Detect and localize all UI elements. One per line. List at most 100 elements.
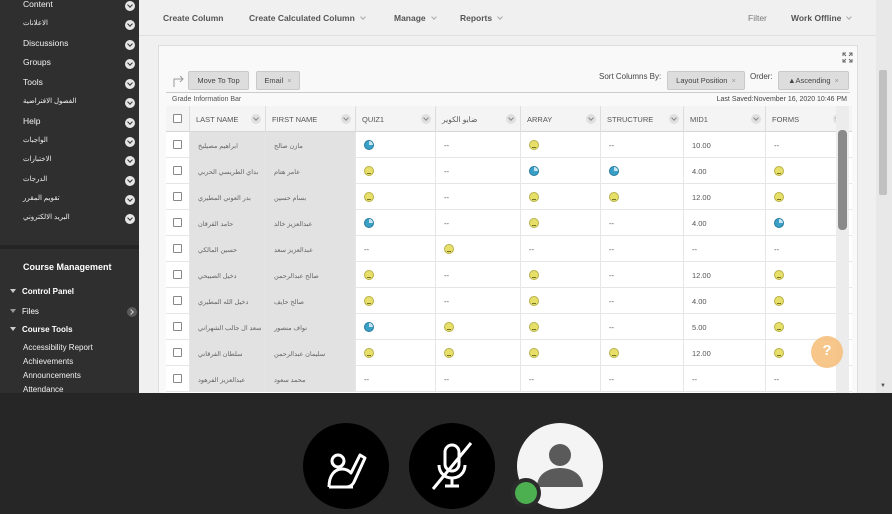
name-cell[interactable]: حامد القرقان bbox=[190, 210, 266, 236]
grid-scrollbar-thumb[interactable] bbox=[838, 130, 847, 230]
name-cell[interactable]: صالح عبدالرحمن bbox=[266, 262, 356, 288]
name-cell[interactable]: بدر العوني المطيري bbox=[190, 184, 266, 210]
name-cell[interactable]: سعد ال جالب الشهراني bbox=[190, 314, 266, 340]
name-cell[interactable]: بسام حسين bbox=[266, 184, 356, 210]
chevron-down-icon[interactable] bbox=[125, 118, 135, 128]
sidebar-item-content[interactable]: Content bbox=[0, 0, 139, 16]
name-cell[interactable]: سليمان عبدالرحمن bbox=[266, 340, 356, 366]
grade-cell[interactable]: -- bbox=[436, 366, 521, 392]
chevron-down-icon[interactable] bbox=[125, 156, 135, 166]
grade-cell[interactable]: -- bbox=[601, 132, 684, 158]
tool-link-accessibility-report[interactable]: Accessibility Report bbox=[23, 343, 93, 352]
sidebar-item-email[interactable]: البريد الالكتروني bbox=[0, 210, 139, 229]
grade-cell[interactable] bbox=[356, 340, 436, 366]
grade-cell[interactable] bbox=[436, 340, 521, 366]
name-cell[interactable]: مازن صالح bbox=[266, 132, 356, 158]
column-menu-chevron-icon[interactable] bbox=[506, 114, 516, 124]
column-menu-chevron-icon[interactable] bbox=[251, 114, 261, 124]
grade-cell[interactable] bbox=[521, 184, 601, 210]
row-checkbox[interactable] bbox=[173, 374, 182, 383]
grade-cell[interactable] bbox=[356, 314, 436, 340]
grade-cell[interactable] bbox=[521, 132, 601, 158]
name-cell[interactable]: عبدالعزيز الفرهود bbox=[190, 366, 266, 392]
grade-cell[interactable] bbox=[356, 262, 436, 288]
chevron-down-icon[interactable] bbox=[125, 79, 135, 89]
files-toggle[interactable]: Files bbox=[10, 307, 39, 316]
name-cell[interactable]: عبدالعزيز سعد bbox=[266, 236, 356, 262]
sidebar-item-announcements-ar[interactable]: الاعلانات bbox=[0, 16, 139, 35]
grade-cell[interactable]: 4.00 bbox=[684, 288, 766, 314]
needs-grading-icon[interactable] bbox=[609, 192, 619, 202]
raise-hand-button[interactable] bbox=[303, 423, 389, 509]
tool-link-announcements[interactable]: Announcements bbox=[23, 371, 81, 380]
grade-cell[interactable] bbox=[356, 158, 436, 184]
grade-cell[interactable]: -- bbox=[601, 288, 684, 314]
chevron-down-icon[interactable] bbox=[125, 59, 135, 69]
in-progress-icon[interactable] bbox=[364, 218, 374, 228]
grade-cell[interactable]: 4.00 bbox=[684, 158, 766, 184]
column-menu-chevron-icon[interactable] bbox=[586, 114, 596, 124]
grade-cell[interactable]: -- bbox=[356, 236, 436, 262]
create-column-button[interactable]: Create Column bbox=[163, 13, 223, 23]
needs-grading-icon[interactable] bbox=[444, 244, 454, 254]
needs-grading-icon[interactable] bbox=[444, 348, 454, 358]
work-offline-menu[interactable]: Work Offline bbox=[791, 13, 853, 23]
sidebar-item-course-calendar[interactable]: تقويم المقرر bbox=[0, 191, 139, 210]
in-progress-icon[interactable] bbox=[609, 166, 619, 176]
row-checkbox[interactable] bbox=[173, 166, 182, 175]
tool-link-achievements[interactable]: Achievements bbox=[23, 357, 73, 366]
grade-cell[interactable] bbox=[521, 288, 601, 314]
chevron-right-icon[interactable] bbox=[127, 307, 137, 317]
needs-grading-icon[interactable] bbox=[364, 348, 374, 358]
grade-cell[interactable]: -- bbox=[601, 236, 684, 262]
help-button[interactable]: ? bbox=[811, 336, 843, 368]
needs-grading-icon[interactable] bbox=[529, 218, 539, 228]
needs-grading-icon[interactable] bbox=[774, 192, 784, 202]
chevron-down-icon[interactable] bbox=[125, 40, 135, 50]
needs-grading-icon[interactable] bbox=[529, 192, 539, 202]
grade-cell[interactable] bbox=[521, 314, 601, 340]
grade-cell[interactable]: -- bbox=[601, 210, 684, 236]
grade-cell[interactable]: -- bbox=[601, 366, 684, 392]
name-cell[interactable]: حسين المالكي bbox=[190, 236, 266, 262]
page-scrollbar-thumb[interactable] bbox=[879, 70, 887, 195]
course-tools-toggle[interactable]: Course Tools bbox=[10, 325, 73, 334]
in-progress-icon[interactable] bbox=[364, 322, 374, 332]
grade-cell[interactable]: -- bbox=[601, 314, 684, 340]
grade-cell[interactable]: -- bbox=[436, 158, 521, 184]
name-cell[interactable]: دخيل الله المطيري bbox=[190, 288, 266, 314]
reports-menu[interactable]: Reports bbox=[460, 13, 503, 23]
column-menu-chevron-icon[interactable] bbox=[751, 114, 761, 124]
needs-grading-icon[interactable] bbox=[774, 270, 784, 280]
grade-cell[interactable]: 12.00 bbox=[684, 262, 766, 288]
page-scrollbar[interactable] bbox=[876, 0, 892, 393]
email-button[interactable]: Email × bbox=[256, 71, 300, 90]
row-checkbox[interactable] bbox=[173, 192, 182, 201]
in-progress-icon[interactable] bbox=[774, 218, 784, 228]
grade-cell[interactable] bbox=[521, 340, 601, 366]
create-calculated-column-menu[interactable]: Create Calculated Column bbox=[249, 13, 366, 23]
needs-grading-icon[interactable] bbox=[774, 296, 784, 306]
needs-grading-icon[interactable] bbox=[529, 140, 539, 150]
row-checkbox[interactable] bbox=[173, 270, 182, 279]
row-checkbox[interactable] bbox=[173, 322, 182, 331]
name-cell[interactable]: بداي الطريسي الحربي bbox=[190, 158, 266, 184]
needs-grading-icon[interactable] bbox=[609, 348, 619, 358]
chevron-down-icon[interactable] bbox=[125, 1, 135, 11]
needs-grading-icon[interactable] bbox=[364, 296, 374, 306]
column-header[interactable]: ARRAY bbox=[521, 106, 601, 132]
needs-grading-icon[interactable] bbox=[529, 270, 539, 280]
grade-cell[interactable]: -- bbox=[521, 236, 601, 262]
chevron-down-icon[interactable] bbox=[125, 98, 135, 108]
tool-link-attendance[interactable]: Attendance bbox=[23, 385, 63, 393]
column-menu-chevron-icon[interactable] bbox=[421, 114, 431, 124]
grade-cell[interactable]: -- bbox=[684, 366, 766, 392]
needs-grading-icon[interactable] bbox=[774, 322, 784, 332]
grade-cell[interactable]: -- bbox=[436, 132, 521, 158]
control-panel-toggle[interactable]: Control Panel bbox=[10, 287, 74, 296]
needs-grading-icon[interactable] bbox=[529, 348, 539, 358]
grade-cell[interactable]: 5.00 bbox=[684, 314, 766, 340]
grade-cell[interactable] bbox=[601, 340, 684, 366]
row-checkbox[interactable] bbox=[173, 140, 182, 149]
expand-icon[interactable] bbox=[842, 52, 853, 63]
